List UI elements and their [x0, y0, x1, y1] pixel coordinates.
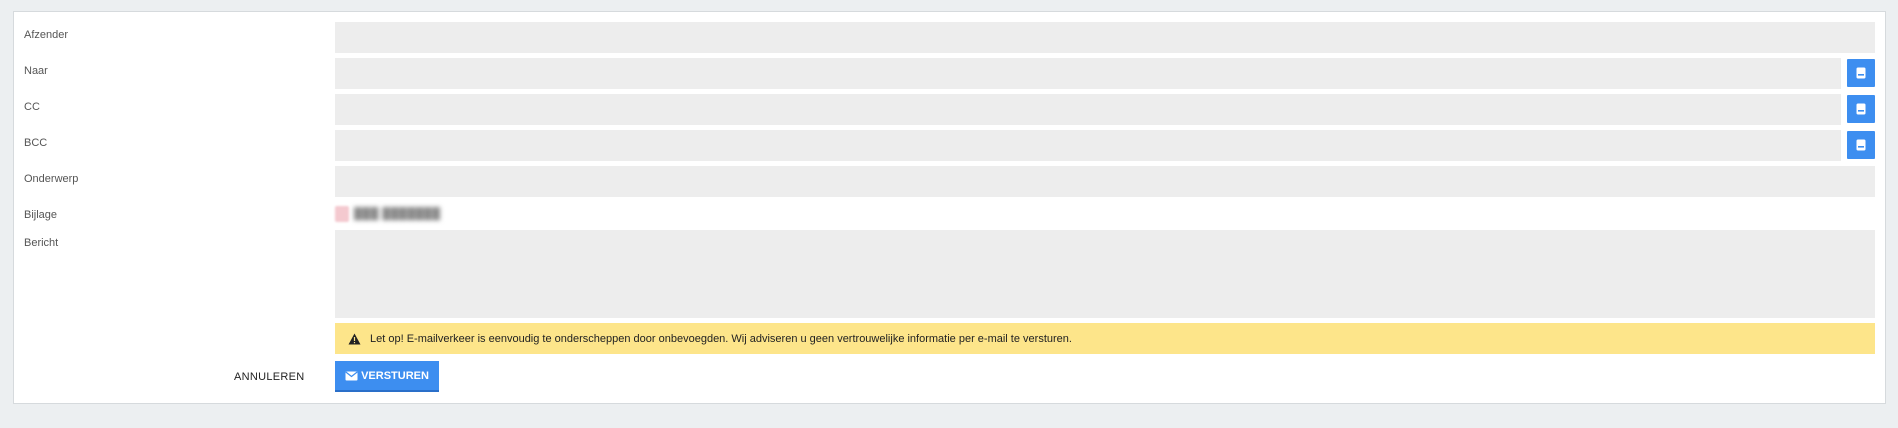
address-book-icon	[1856, 67, 1866, 79]
address-book-icon	[1856, 103, 1866, 115]
envelope-icon	[345, 371, 358, 380]
attachment-label: Bijlage	[24, 209, 58, 221]
sender-field[interactable]	[335, 22, 1875, 53]
to-address-book-button[interactable]	[1847, 59, 1875, 87]
attachment-name: ███ ███████	[354, 208, 441, 220]
pdf-file-icon	[335, 206, 349, 222]
security-warning: Let op! E-mailverkeer is eenvoudig te on…	[335, 323, 1875, 354]
warning-text: Let op! E-mailverkeer is eenvoudig te on…	[370, 332, 1072, 345]
cc-label: CC	[24, 101, 40, 113]
sender-label: Afzender	[24, 29, 69, 41]
subject-label: Onderwerp	[24, 173, 79, 185]
message-field[interactable]	[335, 230, 1875, 318]
bcc-label: BCC	[24, 137, 48, 149]
email-compose-panel: Afzender Naar CC BCC Onderwerp Bijlage █…	[13, 11, 1886, 404]
send-button[interactable]: VERSTUREN	[335, 361, 439, 392]
message-label: Bericht	[24, 237, 59, 249]
bcc-address-book-button[interactable]	[1847, 131, 1875, 159]
bcc-field[interactable]	[335, 130, 1841, 161]
address-book-icon	[1856, 139, 1866, 151]
subject-field[interactable]	[335, 166, 1875, 197]
attachment-item[interactable]: ███ ███████	[335, 206, 441, 222]
cancel-button[interactable]: ANNULEREN	[234, 371, 305, 383]
to-label: Naar	[24, 65, 48, 77]
cc-field[interactable]	[335, 94, 1841, 125]
cc-address-book-button[interactable]	[1847, 95, 1875, 123]
to-field[interactable]	[335, 58, 1841, 89]
warning-triangle-icon	[348, 333, 361, 344]
send-button-label: VERSTUREN	[361, 369, 429, 382]
